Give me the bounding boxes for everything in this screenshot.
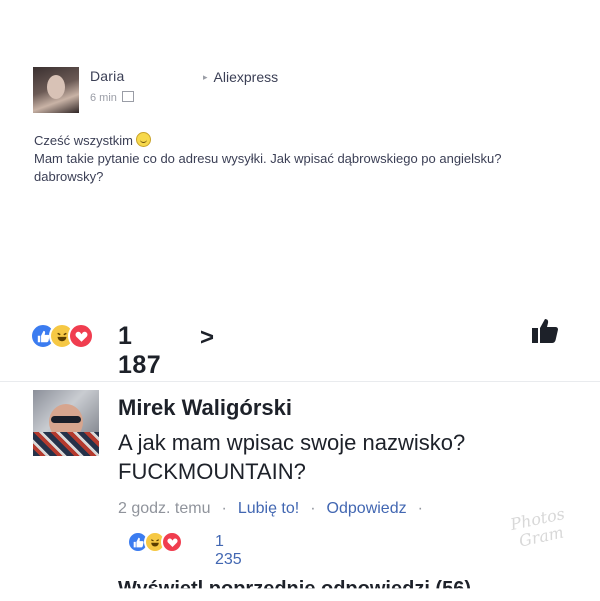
separator: · bbox=[417, 500, 423, 517]
post-author-avatar[interactable] bbox=[33, 67, 79, 113]
post-text-line2: Mam takie pytanie co do adresu wysyłki. … bbox=[34, 151, 502, 184]
commenter-avatar[interactable] bbox=[33, 390, 99, 456]
audience-icon bbox=[121, 91, 134, 102]
commenter-name[interactable]: Mirek Waligórski bbox=[118, 395, 292, 421]
post-meta: 6 min bbox=[90, 91, 134, 104]
comment-time[interactable]: 2 godz. temu bbox=[118, 500, 211, 517]
separator: · bbox=[221, 500, 227, 517]
post-body: Cześć wszystkim Mam takie pytanie co do … bbox=[34, 132, 554, 186]
arrow-right-icon: ▸ bbox=[203, 72, 208, 82]
post-group-name[interactable]: Aliexpress bbox=[214, 69, 279, 85]
post-time[interactable]: 6 min bbox=[90, 92, 117, 104]
comment-text: A jak mam wpisac swoje nazwisko? FUCKMOU… bbox=[118, 430, 466, 484]
post-group[interactable]: ▸ Aliexpress bbox=[203, 69, 278, 85]
embedded-post: Daria 6 min ▸ Aliexpress Cześć wszystkim … bbox=[22, 56, 578, 206]
post-text-line1: Cześć wszystkim bbox=[34, 133, 133, 148]
like-button-icon[interactable] bbox=[531, 318, 559, 344]
separator: · bbox=[310, 500, 316, 517]
love-icon bbox=[161, 531, 183, 553]
chevron-right-icon[interactable]: > bbox=[200, 324, 214, 352]
divider bbox=[0, 381, 600, 382]
like-link[interactable]: Lubię to! bbox=[238, 500, 299, 517]
view-previous-replies-link[interactable]: Wyświetl poprzednie odpowiedzi (56) bbox=[118, 578, 471, 588]
post-author-name[interactable]: Daria bbox=[90, 68, 124, 84]
reply-link[interactable]: Odpowiedz bbox=[327, 500, 407, 517]
reactions-count: 1 187 bbox=[118, 322, 162, 379]
comment-actions: 2 godz. temu · Lubię to! · Odpowiedz · bbox=[118, 500, 434, 518]
love-icon bbox=[68, 323, 94, 349]
smile-emoji-icon bbox=[135, 132, 151, 147]
watermark-logo: Photos Gram bbox=[508, 503, 567, 551]
comment-reactions-count: 1 235 bbox=[215, 533, 242, 568]
